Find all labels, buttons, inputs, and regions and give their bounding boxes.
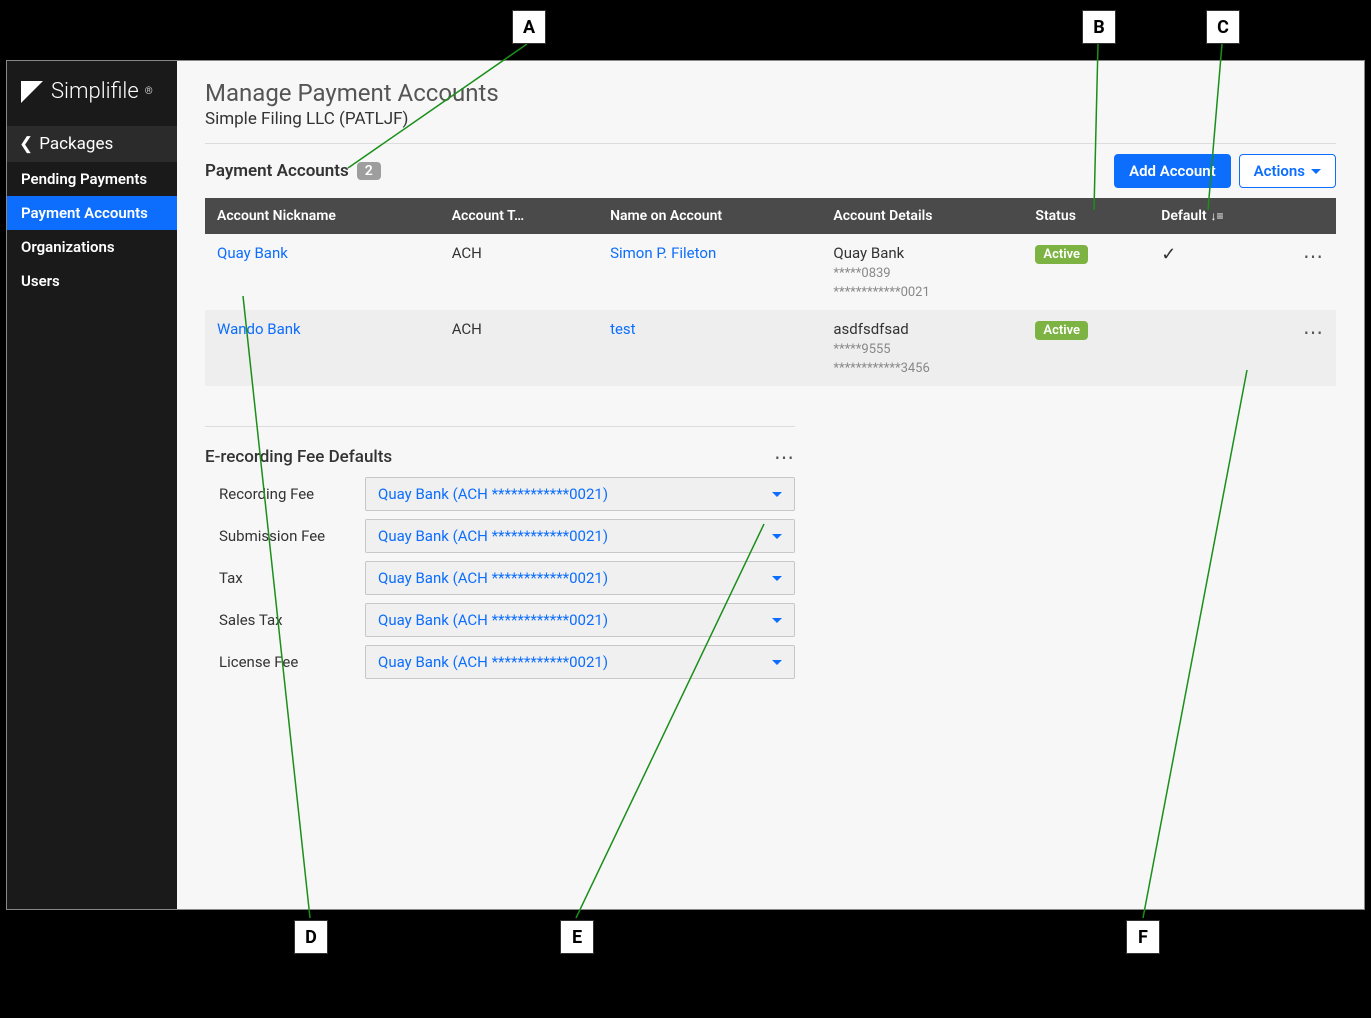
col-name[interactable]: Name on Account xyxy=(598,198,821,234)
default-check-icon: ✓ xyxy=(1161,244,1176,265)
account-name-link[interactable]: Simon P. Fileton xyxy=(610,244,716,262)
annotation-b: B xyxy=(1082,10,1116,44)
page-title: Manage Payment Accounts xyxy=(205,79,1336,107)
brand-name: Simplifile xyxy=(51,79,139,104)
add-account-button[interactable]: Add Account xyxy=(1114,154,1231,188)
accounts-table: Account Nickname Account T… Name on Acco… xyxy=(205,198,1336,386)
fee-label: Sales Tax xyxy=(205,611,365,629)
nav-back-label: Packages xyxy=(39,134,113,154)
row-menu-icon[interactable]: ⋯ xyxy=(1303,244,1324,268)
fee-select-license[interactable]: Quay Bank (ACH ************0021) xyxy=(365,645,795,679)
fee-label: License Fee xyxy=(205,653,365,671)
caret-down-icon xyxy=(772,492,782,497)
row-menu-icon[interactable]: ⋯ xyxy=(1303,320,1324,344)
caret-down-icon xyxy=(772,618,782,623)
col-nickname[interactable]: Account Nickname xyxy=(205,198,440,234)
actions-button-label: Actions xyxy=(1254,162,1305,180)
nav-payment-accounts[interactable]: Payment Accounts xyxy=(7,196,177,230)
annotation-a: A xyxy=(512,10,546,44)
fee-select-value: Quay Bank (ACH ************0021) xyxy=(378,569,608,587)
fee-row-recording: Recording Fee Quay Bank (ACH ***********… xyxy=(205,477,795,511)
caret-down-icon xyxy=(772,534,782,539)
caret-down-icon xyxy=(772,660,782,665)
fee-select-sales-tax[interactable]: Quay Bank (ACH ************0021) xyxy=(365,603,795,637)
fee-section-menu-icon[interactable]: ⋯ xyxy=(774,445,795,469)
fee-select-tax[interactable]: Quay Bank (ACH ************0021) xyxy=(365,561,795,595)
fee-section-label: E-recording Fee Defaults xyxy=(205,447,392,467)
annotation-f: F xyxy=(1126,920,1160,954)
col-default-label: Default xyxy=(1161,208,1206,224)
table-row: Quay Bank ACH Simon P. Fileton Quay Bank… xyxy=(205,234,1336,310)
fee-select-value: Quay Bank (ACH ************0021) xyxy=(378,527,608,545)
account-type: ACH xyxy=(440,310,598,386)
details-routing: ************0021 xyxy=(833,285,1011,300)
default-empty xyxy=(1149,310,1291,386)
fee-defaults-section: E-recording Fee Defaults ⋯ Recording Fee… xyxy=(205,426,795,679)
annotation-e: E xyxy=(560,920,594,954)
chevron-left-icon: ❮ xyxy=(19,134,33,154)
fee-row-sales-tax: Sales Tax Quay Bank (ACH ************002… xyxy=(205,603,795,637)
table-row: Wando Bank ACH test asdfsdfsad *****9555… xyxy=(205,310,1336,386)
annotation-d: D xyxy=(294,920,328,954)
details-acct: *****9555 xyxy=(833,342,1011,357)
nav-pending-payments[interactable]: Pending Payments xyxy=(7,162,177,196)
account-details: asdfsdfsad *****9555 ************3456 xyxy=(821,310,1023,386)
sidebar: Simplifile® ❮ Packages Pending Payments … xyxy=(7,61,177,909)
details-bank: asdfsdfsad xyxy=(833,320,1011,338)
fee-select-submission[interactable]: Quay Bank (ACH ************0021) xyxy=(365,519,795,553)
main-content: Manage Payment Accounts Simple Filing LL… xyxy=(177,61,1364,909)
account-name-link[interactable]: test xyxy=(610,320,636,338)
details-bank: Quay Bank xyxy=(833,244,1011,262)
accounts-section-label: Payment Accounts xyxy=(205,161,349,181)
fee-select-value: Quay Bank (ACH ************0021) xyxy=(378,611,608,629)
fee-label: Submission Fee xyxy=(205,527,365,545)
sort-desc-icon: ↓≡ xyxy=(1211,209,1224,223)
brand-logo-icon xyxy=(21,81,43,103)
nav-organizations[interactable]: Organizations xyxy=(7,230,177,264)
actions-dropdown-button[interactable]: Actions xyxy=(1239,154,1336,188)
details-acct: *****0839 xyxy=(833,266,1011,281)
col-type[interactable]: Account T… xyxy=(440,198,598,234)
col-menu xyxy=(1291,198,1336,234)
accounts-section-title: Payment Accounts 2 xyxy=(205,161,381,181)
caret-down-icon xyxy=(772,576,782,581)
accounts-actions-group: Add Account Actions xyxy=(1114,154,1336,188)
annotation-c: C xyxy=(1206,10,1240,44)
account-type: ACH xyxy=(440,234,598,310)
accounts-section-head: Payment Accounts 2 Add Account Actions xyxy=(205,154,1336,188)
fee-row-license: License Fee Quay Bank (ACH ************0… xyxy=(205,645,795,679)
org-name: Simple Filing LLC (PATLJF) xyxy=(205,109,1336,129)
fee-select-recording[interactable]: Quay Bank (ACH ************0021) xyxy=(365,477,795,511)
account-nickname-link[interactable]: Quay Bank xyxy=(217,244,288,262)
account-details: Quay Bank *****0839 ************0021 xyxy=(821,234,1023,310)
fee-label: Tax xyxy=(205,569,365,587)
status-badge: Active xyxy=(1035,245,1088,264)
col-default[interactable]: Default ↓≡ xyxy=(1149,198,1291,234)
brand: Simplifile ® xyxy=(7,61,177,126)
nav-back-packages[interactable]: ❮ Packages xyxy=(7,126,177,162)
account-nickname-link[interactable]: Wando Bank xyxy=(217,320,301,338)
fee-row-tax: Tax Quay Bank (ACH ************0021) xyxy=(205,561,795,595)
fee-label: Recording Fee xyxy=(205,485,365,503)
fee-select-value: Quay Bank (ACH ************0021) xyxy=(378,485,608,503)
fee-select-value: Quay Bank (ACH ************0021) xyxy=(378,653,608,671)
brand-reg: ® xyxy=(145,86,153,97)
nav-users[interactable]: Users xyxy=(7,264,177,298)
app-frame: Simplifile® ❮ Packages Pending Payments … xyxy=(6,60,1365,910)
caret-down-icon xyxy=(1311,169,1321,174)
col-status[interactable]: Status xyxy=(1023,198,1149,234)
fee-row-submission: Submission Fee Quay Bank (ACH **********… xyxy=(205,519,795,553)
fee-section-head: E-recording Fee Defaults ⋯ xyxy=(205,426,795,469)
status-badge: Active xyxy=(1035,321,1088,340)
col-details[interactable]: Account Details xyxy=(821,198,1023,234)
details-routing: ************3456 xyxy=(833,361,1011,376)
accounts-count-badge: 2 xyxy=(357,162,381,180)
divider xyxy=(205,143,1336,144)
